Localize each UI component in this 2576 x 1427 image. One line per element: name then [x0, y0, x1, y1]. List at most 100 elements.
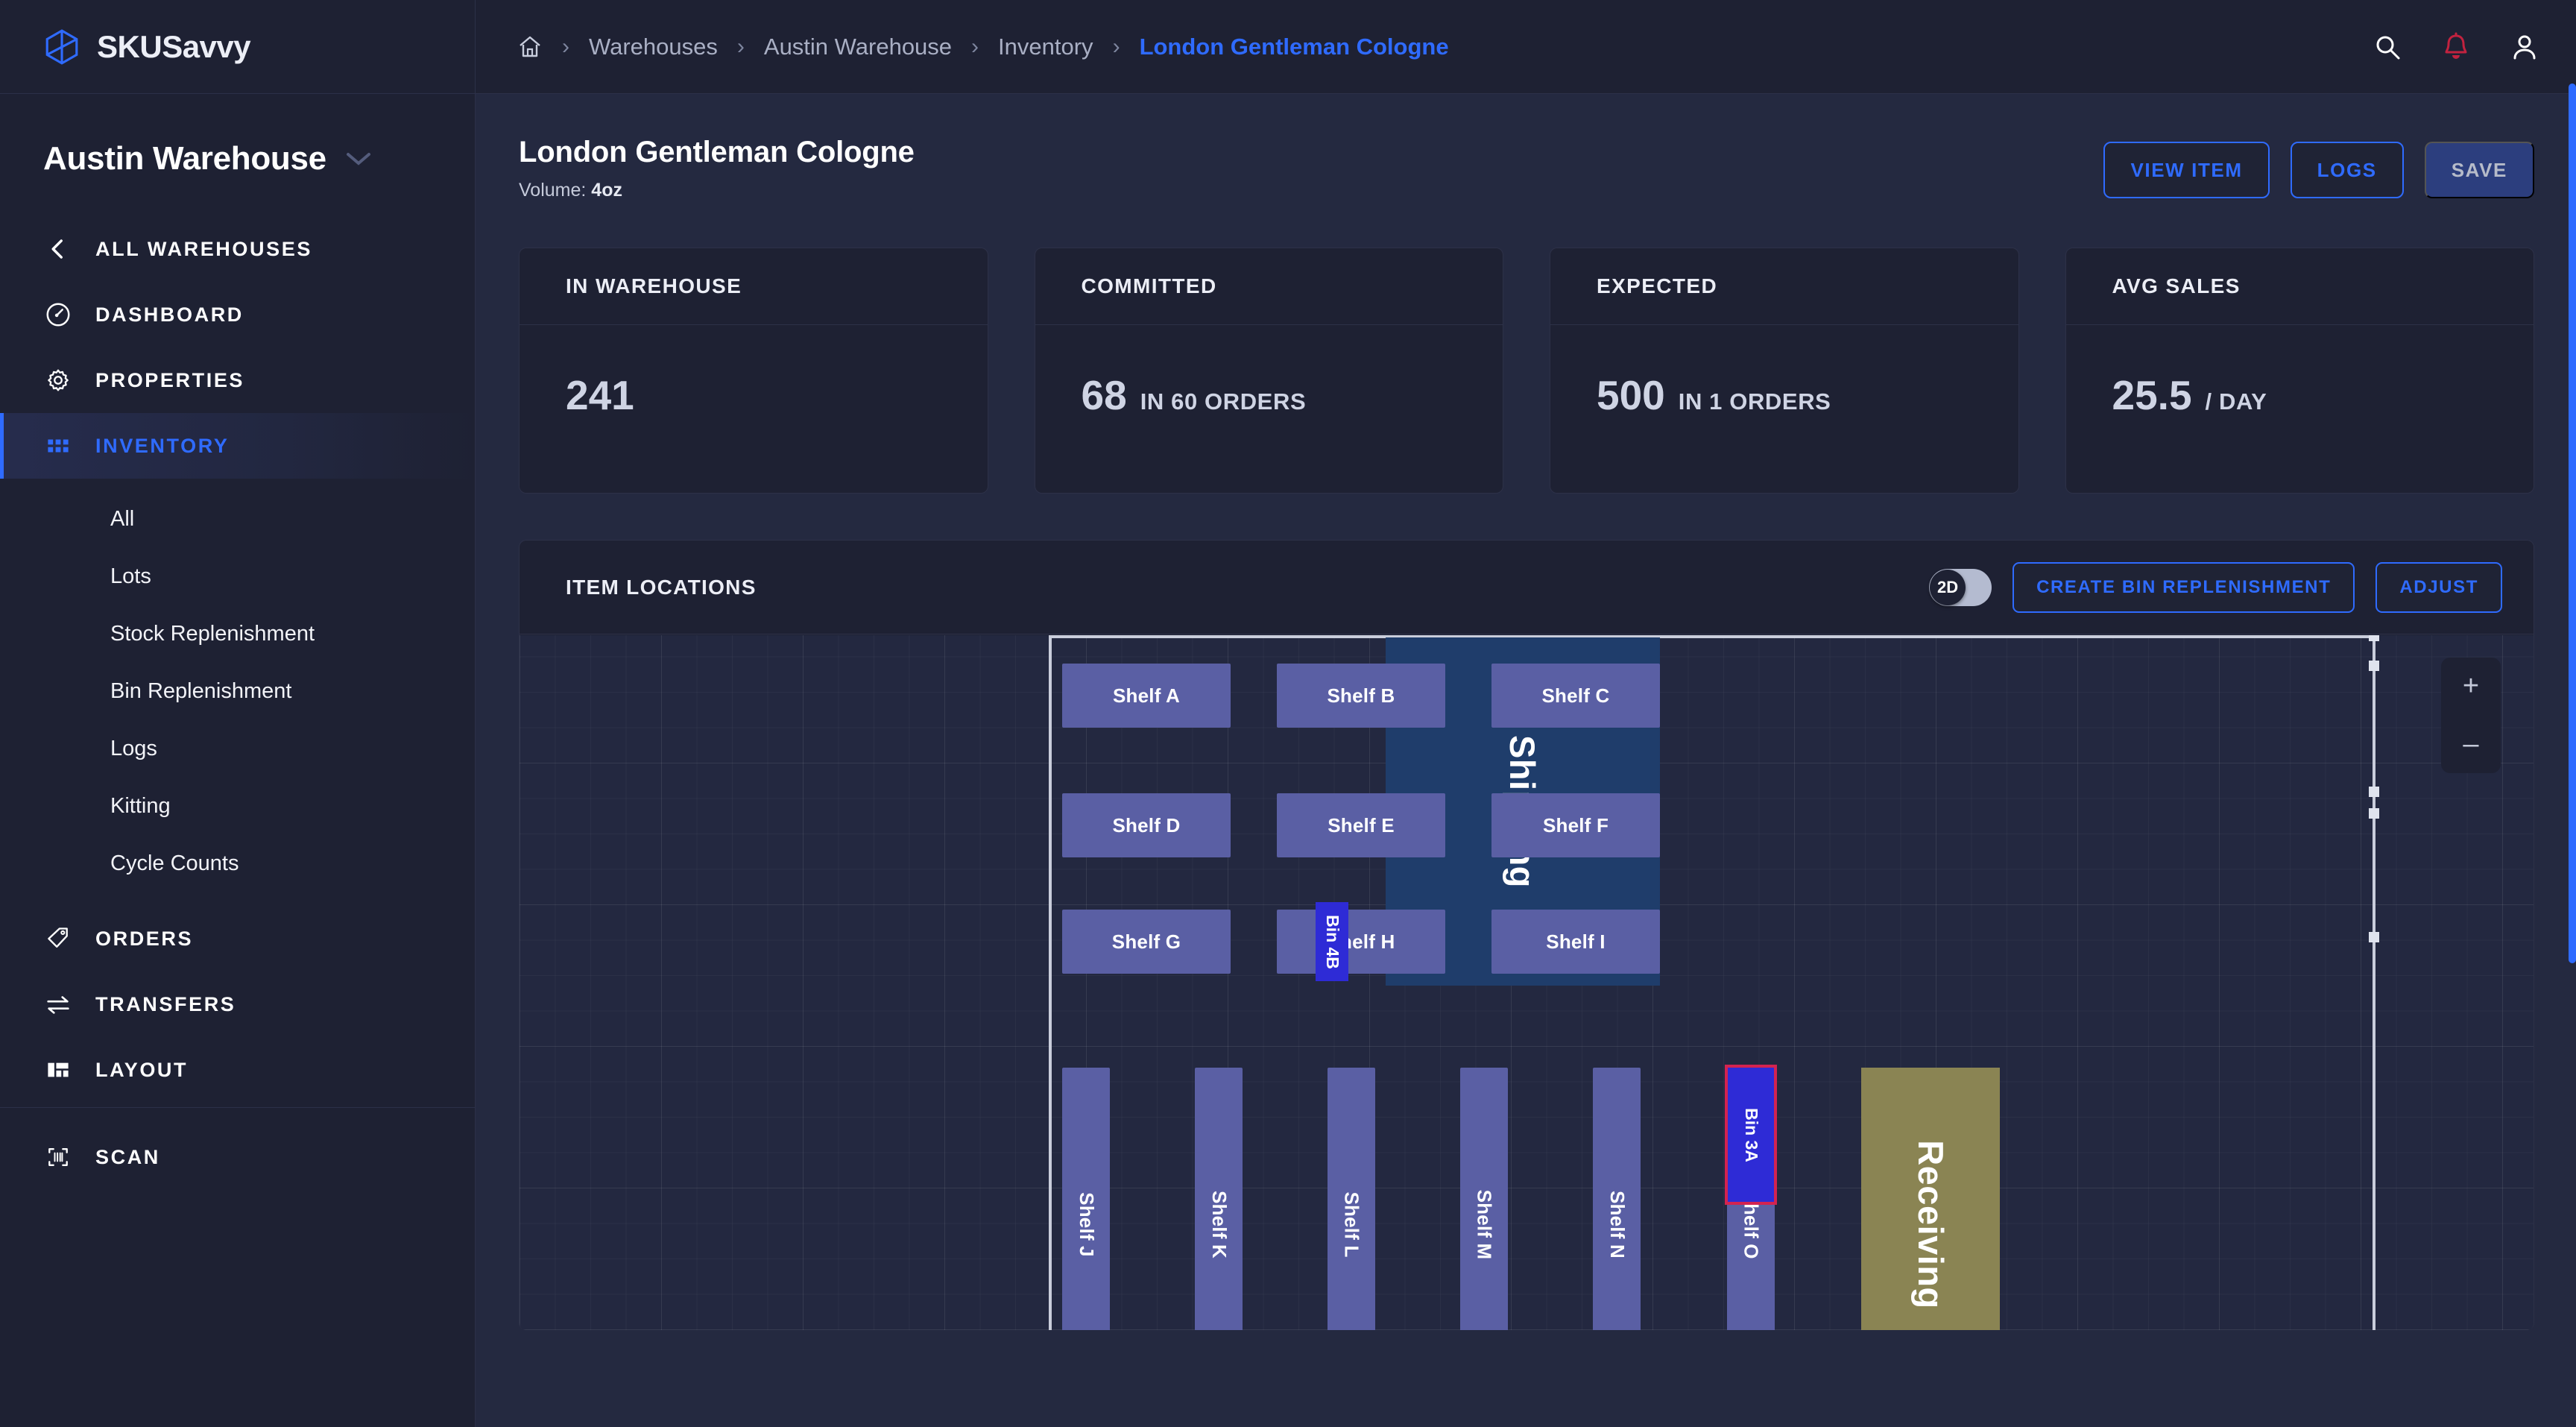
sidebar-item-properties[interactable]: PROPERTIES: [0, 347, 475, 413]
shelf-label: Shelf A: [1112, 684, 1180, 707]
stat-card-title: IN WAREHOUSE: [566, 274, 742, 297]
zoom-out-button[interactable]: –: [2441, 716, 2501, 774]
shelf-b[interactable]: Shelf B: [1277, 664, 1445, 728]
stat-card-title: EXPECTED: [1597, 274, 1718, 297]
shelf-label: Shelf N: [1606, 1190, 1629, 1259]
brand-name-prefix: SKU: [97, 28, 162, 64]
stat-card-committed: COMMITTED 68 IN 60 ORDERS: [1034, 248, 1503, 494]
shelf-label: Shelf G: [1111, 930, 1181, 953]
transfer-arrows-icon: [43, 989, 73, 1019]
shelf-e[interactable]: Shelf E: [1277, 793, 1445, 857]
breadcrumb-separator: ›: [562, 34, 569, 59]
resize-handle[interactable]: [2369, 635, 2379, 641]
sidebar-item-transfers[interactable]: TRANSFERS: [0, 971, 475, 1037]
bell-icon[interactable]: [2440, 31, 2472, 63]
shelf-n[interactable]: Shelf N: [1593, 1068, 1641, 1330]
sidebar-item-label: INVENTORY: [95, 434, 230, 457]
volume-label: Volume:: [519, 180, 587, 201]
shelf-g[interactable]: Shelf G: [1062, 910, 1231, 974]
warehouse-map[interactable]: Shipping Shelf A Shelf B Shelf C Shelf D…: [520, 635, 2534, 1330]
tag-icon: [43, 924, 73, 954]
sidebar-item-stock-replenishment[interactable]: Stock Replenishment: [0, 605, 475, 663]
sidebar-item-logs[interactable]: Logs: [0, 720, 475, 778]
sidebar-item-layout[interactable]: LAYOUT: [0, 1037, 475, 1103]
view-mode-toggle[interactable]: 2D: [1929, 568, 1992, 606]
stat-card-expected: EXPECTED 500 IN 1 ORDERS: [1550, 248, 2019, 494]
resize-handle[interactable]: [2369, 661, 2379, 671]
stat-card-value: 25.5: [2112, 372, 2192, 418]
breadcrumb-item-warehouses[interactable]: Warehouses: [589, 34, 718, 60]
map-zoom-controls: + –: [2441, 658, 2501, 773]
sidebar-item-kitting[interactable]: Kitting: [0, 778, 475, 835]
page-actions: VIEW ITEM LOGS SAVE: [2103, 142, 2534, 198]
user-icon[interactable]: [2509, 31, 2540, 63]
sidebar-item-dashboard[interactable]: DASHBOARD: [0, 282, 475, 347]
shelf-c[interactable]: Shelf C: [1491, 664, 1660, 728]
shelf-m[interactable]: Shelf M: [1460, 1068, 1508, 1330]
sidebar-item-scan[interactable]: SCAN: [0, 1124, 475, 1190]
sidebar-item-cycle-counts[interactable]: Cycle Counts: [0, 835, 475, 892]
stat-card-header: EXPECTED: [1550, 248, 2018, 325]
zone-label: Receiving: [1910, 1139, 1951, 1309]
stat-card-header: COMMITTED: [1035, 248, 1503, 325]
sidebar-item-orders[interactable]: ORDERS: [0, 906, 475, 971]
breadcrumb-separator: ›: [971, 34, 979, 59]
main-content: › Warehouses › Austin Warehouse › Invent…: [476, 0, 2576, 1427]
sidebar-item-label: LAYOUT: [95, 1058, 189, 1081]
volume-value: 4oz: [591, 180, 622, 201]
shelf-a[interactable]: Shelf A: [1062, 664, 1231, 728]
subnav-label: Bin Replenishment: [110, 679, 292, 703]
stat-card-body: 68 IN 60 ORDERS: [1035, 325, 1503, 419]
shelf-label: Shelf C: [1541, 684, 1610, 707]
shelf-d[interactable]: Shelf D: [1062, 793, 1231, 857]
sidebar-item-lots[interactable]: Lots: [0, 548, 475, 605]
view-mode-label: 2D: [1930, 569, 1966, 605]
resize-handle[interactable]: [2369, 932, 2379, 942]
logs-button[interactable]: LOGS: [2290, 142, 2404, 198]
adjust-button[interactable]: ADJUST: [2375, 561, 2502, 613]
layout-icon: [43, 1055, 73, 1085]
subnav-label: All: [110, 507, 135, 531]
shelf-h[interactable]: Shelf H: [1277, 910, 1445, 974]
warehouse-wall-top: [1049, 635, 2375, 638]
stat-card-body: 500 IN 1 ORDERS: [1550, 325, 2018, 419]
sidebar-item-label: SCAN: [95, 1145, 160, 1168]
breadcrumb-item-austin-warehouse[interactable]: Austin Warehouse: [764, 34, 952, 60]
sidebar-item-inventory[interactable]: INVENTORY: [0, 413, 475, 479]
cube-icon: [43, 28, 80, 66]
bin-4b[interactable]: Bin 4B: [1316, 902, 1348, 981]
zone-receiving[interactable]: Receiving: [1861, 1068, 2000, 1330]
zoom-in-button[interactable]: +: [2441, 658, 2501, 716]
bin-label: Bin 3A: [1741, 1107, 1761, 1162]
subnav-label: Stock Replenishment: [110, 622, 315, 646]
bin-3a[interactable]: Bin 3A: [1725, 1065, 1777, 1205]
vertical-scrollbar[interactable]: [2569, 84, 2576, 963]
warehouse-selector[interactable]: Austin Warehouse: [0, 94, 475, 177]
create-bin-replenishment-button[interactable]: CREATE BIN REPLENISHMENT: [2012, 561, 2355, 613]
sidebar-item-bin-replenishment[interactable]: Bin Replenishment: [0, 663, 475, 720]
page-subtitle: Volume: 4oz: [519, 180, 2103, 201]
breadcrumb-item-inventory[interactable]: Inventory: [998, 34, 1093, 60]
sidebar-item-label: DASHBOARD: [95, 303, 244, 326]
brand-logo[interactable]: SKUSavvy: [0, 0, 475, 94]
shelf-label: Shelf J: [1075, 1191, 1098, 1257]
shelf-i[interactable]: Shelf I: [1491, 910, 1660, 974]
sidebar-item-all-warehouses[interactable]: ALL WAREHOUSES: [0, 216, 475, 282]
resize-handle[interactable]: [2369, 808, 2379, 819]
shelf-l[interactable]: Shelf L: [1328, 1068, 1375, 1330]
shelf-f[interactable]: Shelf F: [1491, 793, 1660, 857]
save-button[interactable]: SAVE: [2424, 142, 2534, 198]
stat-card-unit: IN 1 ORDERS: [1678, 388, 1831, 415]
stat-card-header: AVG SALES: [2065, 248, 2534, 325]
shelf-label: Shelf M: [1473, 1189, 1496, 1259]
resize-handle[interactable]: [2369, 787, 2379, 797]
item-locations-header: ITEM LOCATIONS 2D CREATE BIN REPLENISHME…: [520, 541, 2534, 634]
stat-card-value: 241: [566, 372, 634, 418]
search-icon[interactable]: [2372, 31, 2403, 63]
home-icon[interactable]: [517, 34, 543, 60]
sidebar-item-all[interactable]: All: [0, 491, 475, 548]
stat-card-title: COMMITTED: [1081, 274, 1217, 297]
shelf-k[interactable]: Shelf K: [1195, 1068, 1243, 1330]
shelf-j[interactable]: Shelf J: [1062, 1068, 1110, 1330]
view-item-button[interactable]: VIEW ITEM: [2103, 142, 2270, 198]
